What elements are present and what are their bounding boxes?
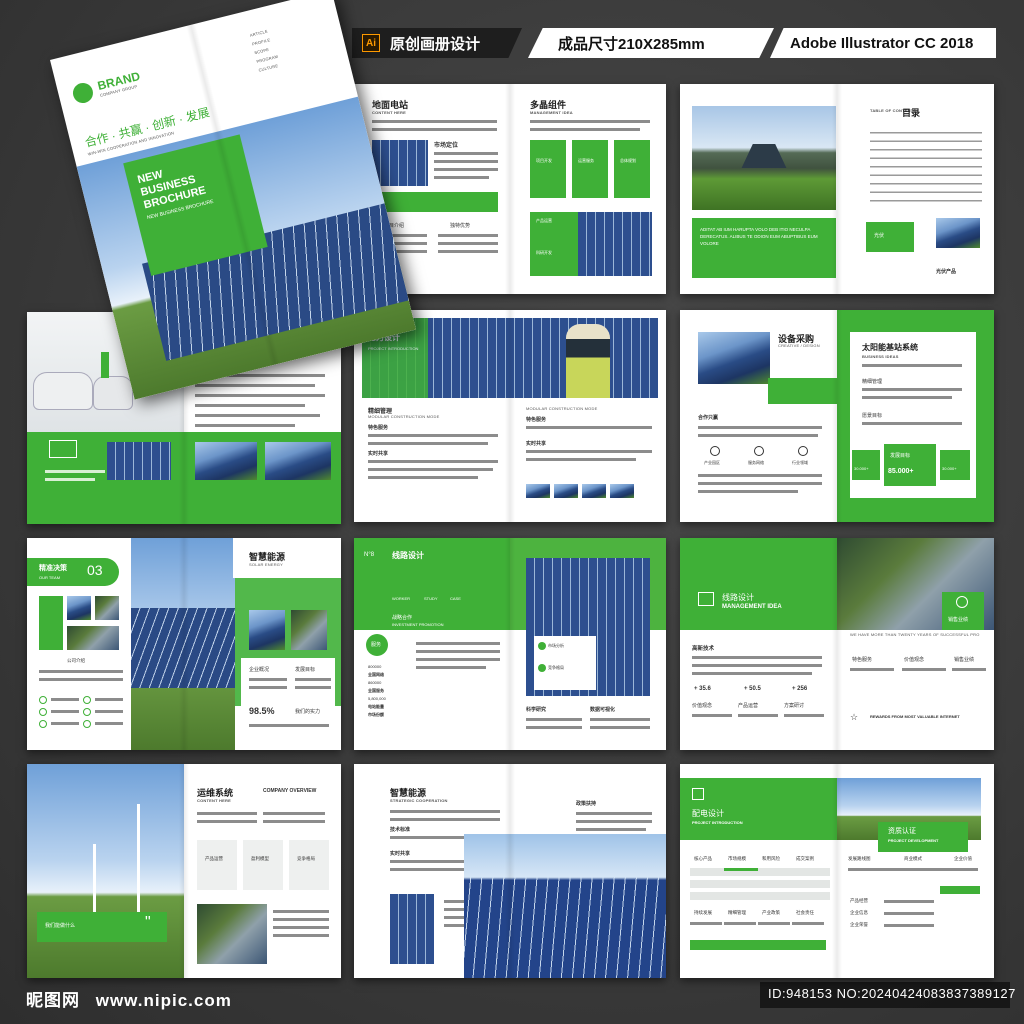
spread-contents: ADITAT AB IUM HARUPTA VOLO DEB ITIO NECU… — [680, 84, 994, 294]
green-strip — [768, 378, 838, 404]
top-green-block: N°8 线路设计 WORKER STUDY CASE 战略合作 INVESTME… — [354, 538, 510, 630]
thumb-photo — [582, 484, 606, 498]
design-tag: Ai 原创画册设计 — [352, 28, 522, 58]
quote-icon: " — [145, 914, 151, 931]
thumb-photo — [291, 610, 327, 650]
thumb-photo — [67, 596, 91, 620]
solar-photo — [195, 442, 257, 480]
thumb-photo — [610, 484, 634, 498]
stats-list: 800000 全国网络 860000 全国服务 5,800,000 电站能量 市… — [368, 664, 386, 717]
size-label: 成品尺寸210X285mm — [558, 35, 705, 53]
feature-box: 运营服务 — [572, 140, 608, 198]
solar-photo — [107, 442, 171, 480]
info-card: 太阳能基站系统 BUSINESS IDEAS 精细管理 愿景目标 30.000+… — [850, 332, 976, 498]
feature-box: 总体规划 — [614, 140, 650, 198]
house-photo — [692, 106, 836, 210]
solar-field-photo — [464, 834, 666, 978]
site-url: www.nipic.com — [95, 991, 232, 1010]
car-shape — [93, 376, 133, 410]
spread-power-design: 电力设计 PROJECT INTRODUCTION 精细管理 MODULAR C… — [354, 310, 666, 522]
spread-equipment: 设备采购 CREATIVE / DESIGN 合作只赢 产业园区 服务网络 行业… — [680, 310, 994, 522]
spread-decision: 精准决策 OUR TEAM 03 公司介绍 智慧能源 SOLAR ENERGY … — [27, 538, 341, 750]
megaphone-icon — [49, 440, 77, 458]
spread-operations: 我们能做什么 " 运维系统 CONTENT HERE COMPANY OVERV… — [27, 764, 341, 978]
wind-turbine-photo — [27, 764, 184, 978]
green-banner — [372, 192, 498, 212]
certificate-icon — [692, 788, 704, 800]
software-label: Adobe Illustrator CC 2018 — [790, 34, 974, 52]
product-panel: 产品运营 科研开发 — [530, 212, 652, 276]
service-badge: 服务 — [366, 634, 388, 656]
solar-photo — [265, 442, 331, 480]
toc-list — [870, 128, 982, 208]
spread-smart-energy: 智慧能源 STRATEGIC COOPERATION 技术标准 实时共享 政策扶… — [354, 764, 666, 978]
cover-menu: ARTICLE PROFILE SCOPE PROGRAM CULTURE — [249, 28, 279, 73]
section-pill: 精准决策 OUR TEAM 03 — [27, 558, 119, 586]
chart-icon — [798, 446, 808, 456]
location-icon — [754, 446, 764, 456]
size-tag: 成品尺寸210X285mm — [528, 28, 774, 58]
thumb-photo — [95, 596, 119, 620]
data-table — [690, 868, 830, 904]
solar-photo — [372, 140, 428, 186]
search-icon — [956, 596, 968, 608]
brand-logo-icon — [70, 80, 96, 106]
site-name: 昵图网 — [26, 991, 80, 1010]
worker-photo — [197, 904, 267, 964]
watermark-site: 昵图网 www.nipic.com — [26, 986, 232, 1011]
spread-management: 线路设计 MANAGEMENT IDEA 销售业绩 高新技术 + 35.6 + … — [680, 538, 994, 750]
spread-ground-station: 地面电站 CONTENT HERE 市场定位 项目介绍 独特优势 多晶组件 MA… — [354, 84, 666, 294]
toc-green-box: 光伏 — [866, 222, 914, 252]
thumb-photo — [249, 610, 285, 650]
solar-photo — [578, 212, 652, 276]
solar-photo — [698, 332, 770, 384]
feature-box: 项目开发 — [530, 140, 566, 198]
software-tag: Adobe Illustrator CC 2018 — [770, 28, 996, 58]
building-icon — [710, 446, 720, 456]
solar-photo — [390, 894, 434, 964]
illustrator-icon: Ai — [362, 34, 380, 52]
thumb-photo — [526, 484, 550, 498]
thumb-photo — [67, 626, 119, 650]
thumb-photo — [554, 484, 578, 498]
charger-shape — [101, 352, 109, 378]
design-label: 原创画册设计 — [390, 35, 481, 53]
turbine-tower — [93, 844, 96, 914]
car-shape — [33, 372, 93, 410]
star-icon: ☆ — [850, 712, 859, 722]
turbine-tower — [137, 804, 140, 914]
caption-box: ADITAT AB IUM HARUPTA VOLO DEB ITIO NECU… — [692, 218, 836, 278]
spread-distribution: 配电设计 PROJECT INTRODUCTION 核心产品 市场规模 和用风险… — [680, 764, 994, 978]
quote-box: 我们能做什么 " — [37, 912, 167, 942]
worker-figure — [566, 324, 610, 398]
certificate-icon — [698, 592, 714, 606]
image-id: ID:948153 NO:20240424083837389127 — [768, 986, 1016, 1001]
windmill-photo — [936, 218, 980, 248]
spread-circuit-design: N°8 线路设计 WORKER STUDY CASE 战略合作 INVESTME… — [354, 538, 666, 750]
